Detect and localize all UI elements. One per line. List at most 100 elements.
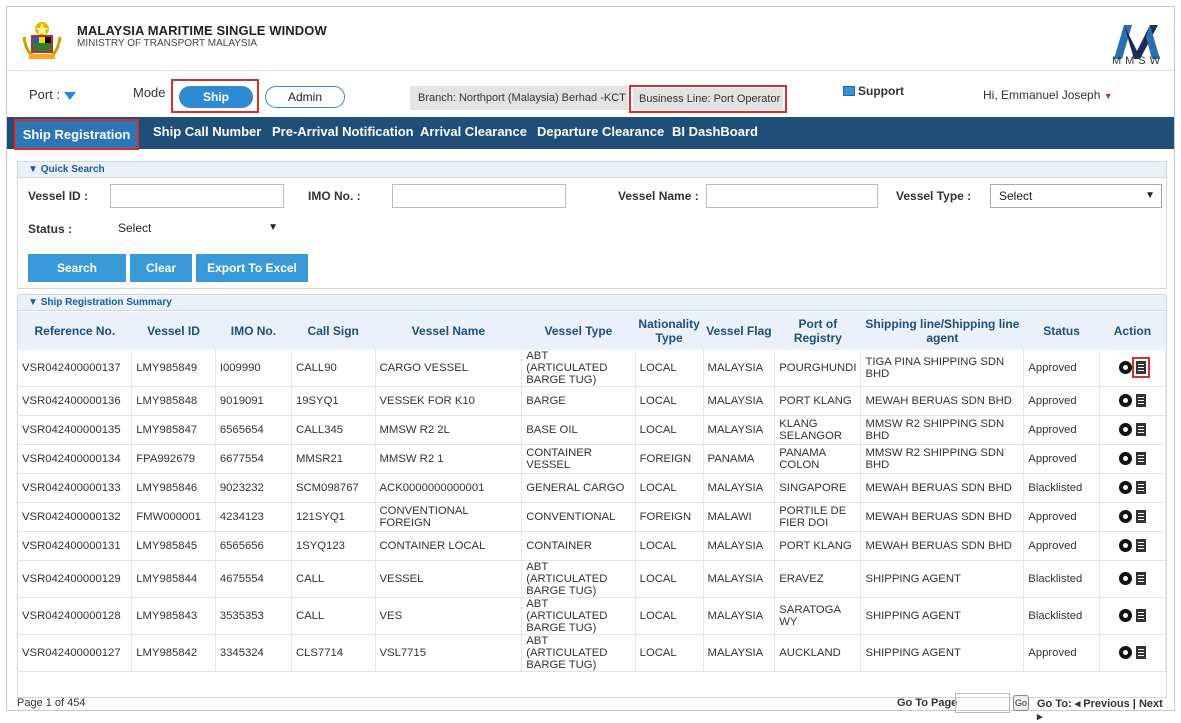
cell-shipping-line: MEWAH BERUAS SDN BHD [860,386,1025,416]
vessel-type-label: Vessel Type : [896,189,972,203]
status-value: Select [118,221,152,235]
table-row: VSR042400000133 LMY985846 9023232 SCM098767… [18,473,1167,503]
port-selector[interactable]: Port : [29,87,77,102]
cell-vessel-flag: MALAYSIA [703,634,776,672]
cell-call-sign: SCM098767 [291,473,376,503]
summary-title: Ship Registration Summary [40,297,172,308]
ship-registration-summary-panel: ▼ Ship Registration Summary Reference No… [17,294,1167,698]
mode-ship-button[interactable]: Ship [179,86,253,108]
col-vessel-id: Vessel ID [131,312,216,350]
view-eye-icon[interactable] [1118,539,1132,552]
cell-port-of-registry: AUCKLAND [774,634,862,672]
cell-reference-no: VSR042400000127 [18,634,133,672]
view-eye-icon[interactable] [1118,394,1132,407]
clear-button[interactable]: Clear [130,254,192,282]
cell-action [1099,473,1167,503]
chevron-down-icon[interactable] [64,91,77,100]
document-icon[interactable] [1135,539,1146,552]
support-label: Support [858,84,904,98]
table-row: VSR042400000131 LMY985845 6565656 1SYQ123 CO… [18,531,1167,561]
vessel-name-input[interactable] [706,184,878,208]
cell-reference-no: VSR042400000131 [18,531,133,561]
document-icon[interactable] [1135,609,1146,622]
table-row: VSR042400000129 LMY985844 4675554 CALL VESSE… [18,560,1167,598]
vessel-id-label: Vessel ID : [28,189,89,203]
document-icon[interactable] [1135,510,1146,523]
cell-vessel-id: LMY985845 [131,531,216,561]
support-link[interactable]: Support [843,84,904,98]
cell-imo-no: 6677554 [215,444,292,474]
cell-port-of-registry: PORT KLANG [774,386,862,416]
document-icon[interactable] [1135,481,1146,494]
col-vessel-type: Vessel Type [521,312,636,350]
cell-action [1099,531,1167,561]
go-to-page-input[interactable] [955,693,1010,713]
cell-vessel-name: MMSW R2 1 [375,444,523,474]
nav-pre-arrival-notification[interactable]: Pre-Arrival Notification [272,117,414,149]
document-icon[interactable] [1135,452,1146,465]
branch-selector[interactable]: Branch: Northport (Malaysia) Berhad -KCT… [410,86,628,127]
chevron-down-icon: ▼ [268,222,278,233]
col-vessel-name: Vessel Name [375,312,522,350]
cell-reference-no: VSR042400000129 [18,560,133,598]
search-button[interactable]: Search [28,254,126,282]
cell-imo-no: 3535353 [215,597,292,635]
nav-arrival-clearance[interactable]: Arrival Clearance [420,117,527,149]
view-eye-icon[interactable] [1118,609,1132,622]
col-action: Action [1099,312,1166,350]
previous-link[interactable]: ◂ Previous [1075,698,1130,710]
document-icon[interactable] [1131,357,1150,378]
document-icon[interactable] [1135,646,1146,659]
cell-vessel-name: CARGO VESSEL [375,350,523,387]
cell-imo-no: I009990 [215,350,292,387]
cell-nationality-type: LOCAL [635,531,704,561]
summary-header[interactable]: ▼ Ship Registration Summary [18,295,1166,311]
document-icon[interactable] [1135,394,1146,407]
caret-down-icon: ▼ [1103,91,1113,101]
vessel-id-input[interactable] [110,184,284,208]
cell-vessel-name: VESSEL [375,560,523,598]
cell-shipping-line: MMSW R2 SHIPPING SDN BHD [860,444,1025,474]
go-button[interactable]: Go [1013,695,1029,711]
cell-status: Blacklisted [1023,597,1100,635]
vessel-type-select[interactable]: Select ▼ [990,184,1162,208]
cell-nationality-type: FOREIGN [635,502,704,532]
cell-vessel-name: VES [375,597,523,635]
cell-call-sign: 1SYQ123 [291,531,376,561]
cell-vessel-id: LMY985842 [131,634,216,672]
cell-status: Blacklisted [1023,473,1100,503]
cell-vessel-id: LMY985848 [131,386,216,416]
export-to-excel-button[interactable]: Export To Excel [196,254,308,282]
mode-admin-button[interactable]: Admin [265,86,345,108]
view-eye-icon[interactable] [1118,361,1132,374]
document-icon[interactable] [1135,423,1146,436]
user-menu[interactable]: Hi, Emmanuel Joseph ▼ [983,88,1113,102]
view-eye-icon[interactable] [1118,572,1132,585]
cell-vessel-name: ACK0000000000001 [375,473,523,503]
nav-ship-registration[interactable]: Ship Registration [14,119,139,150]
app-window: MALAYSIA MARITIME SINGLE WINDOW MINISTRY… [6,6,1175,723]
go-to-page-label: Go To Page [897,697,958,709]
nav-departure-clearance[interactable]: Departure Clearance [537,117,664,149]
view-eye-icon[interactable] [1118,646,1132,659]
go-to-label: Go To: [1037,698,1072,710]
cell-port-of-registry: POURGHUNDI [774,350,862,387]
cell-shipping-line: MEWAH BERUAS SDN BHD [860,531,1025,561]
cell-vessel-type: CONTAINER [521,531,636,561]
cell-imo-no: 9023232 [215,473,292,503]
quick-search-header[interactable]: ▼ Quick Search [18,162,1166,178]
document-icon[interactable] [1135,572,1146,585]
view-eye-icon[interactable] [1118,481,1132,494]
business-line-selector[interactable]: Business Line: Port Operator ▼ [633,88,783,126]
view-eye-icon[interactable] [1118,510,1132,523]
cell-port-of-registry: SINGAPORE [774,473,862,503]
next-label: Next [1138,698,1163,710]
imo-input[interactable] [392,184,566,208]
view-eye-icon[interactable] [1118,452,1132,465]
status-select[interactable]: Select ▼ [110,217,284,241]
nav-ship-call-number[interactable]: Ship Call Number [153,117,261,149]
cell-vessel-id: LMY985849 [131,350,216,387]
cell-nationality-type: FOREIGN [635,444,704,474]
view-eye-icon[interactable] [1118,423,1132,436]
nav-bi-dashboard[interactable]: BI DashBoard [672,117,758,149]
